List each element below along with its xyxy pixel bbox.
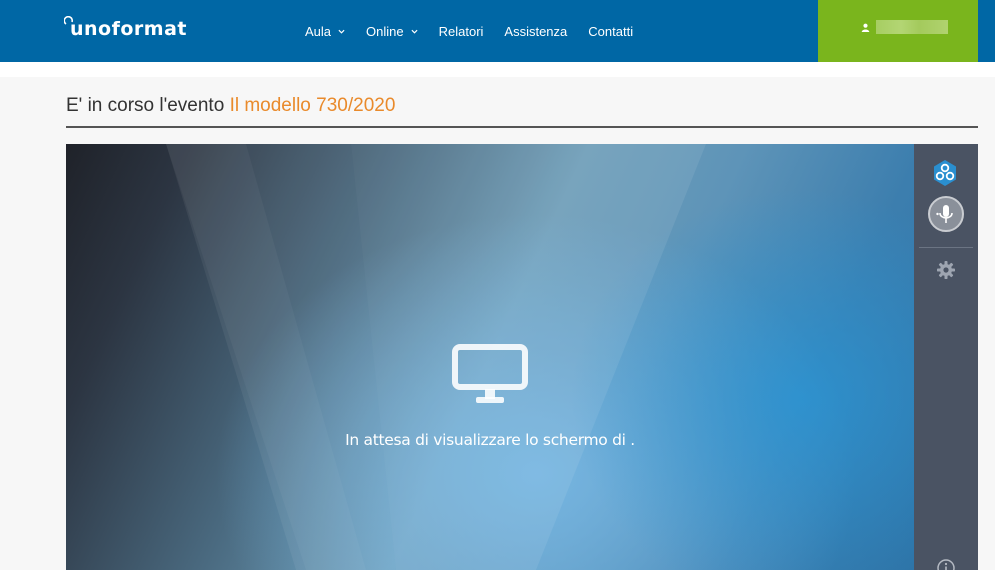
info-icon[interactable]: [936, 558, 956, 570]
user-icon: [861, 23, 869, 32]
logo-mark-icon: [64, 16, 74, 25]
chevron-down-icon: [411, 29, 418, 34]
title-prefix: E' in corso l'evento: [66, 95, 230, 116]
waiting-message: In attesa di visualizzare lo schermo di …: [345, 431, 635, 449]
microphone-icon: [936, 205, 953, 223]
monitor-icon: [452, 344, 528, 403]
user-name-redacted: [875, 20, 948, 34]
nav-item-label: Relatori: [438, 23, 484, 39]
nav-item-assistenza[interactable]: Assistenza: [504, 24, 567, 39]
logo-text: unoformat: [70, 18, 187, 40]
nav-item-contatti[interactable]: Contatti: [588, 24, 633, 39]
nav-item-relatori[interactable]: Relatori: [439, 24, 484, 39]
side-toolbar: [914, 144, 978, 570]
nav-item-aula[interactable]: Aula: [305, 24, 345, 39]
gear-icon[interactable]: [936, 260, 956, 280]
app-logo-icon: [934, 160, 956, 186]
main-nav: Aula Online Relatori Assistenza Contatti: [305, 0, 654, 62]
chevron-down-icon: [338, 29, 345, 34]
header-separator: [0, 62, 995, 77]
page-title: E' in corso l'evento Il modello 730/2020: [66, 95, 395, 117]
screen-share-stage: In attesa di visualizzare lo schermo di …: [66, 144, 914, 570]
nav-item-label: Contatti: [588, 23, 634, 39]
user-menu[interactable]: [818, 0, 978, 62]
title-divider: [66, 126, 978, 128]
microphone-button[interactable]: [928, 196, 964, 232]
nav-item-label: Online: [366, 23, 404, 39]
top-header: unoformat Aula Online Relatori Assistenz…: [0, 0, 995, 62]
event-name: Il modello 730/2020: [229, 95, 396, 116]
user-menu-content: [861, 20, 948, 34]
nav-item-label: Aula: [305, 23, 332, 39]
site-logo[interactable]: unoformat: [64, 14, 187, 44]
nav-item-online[interactable]: Online: [366, 24, 418, 39]
toolbar-divider: [919, 247, 973, 248]
nav-item-label: Assistenza: [504, 23, 568, 39]
